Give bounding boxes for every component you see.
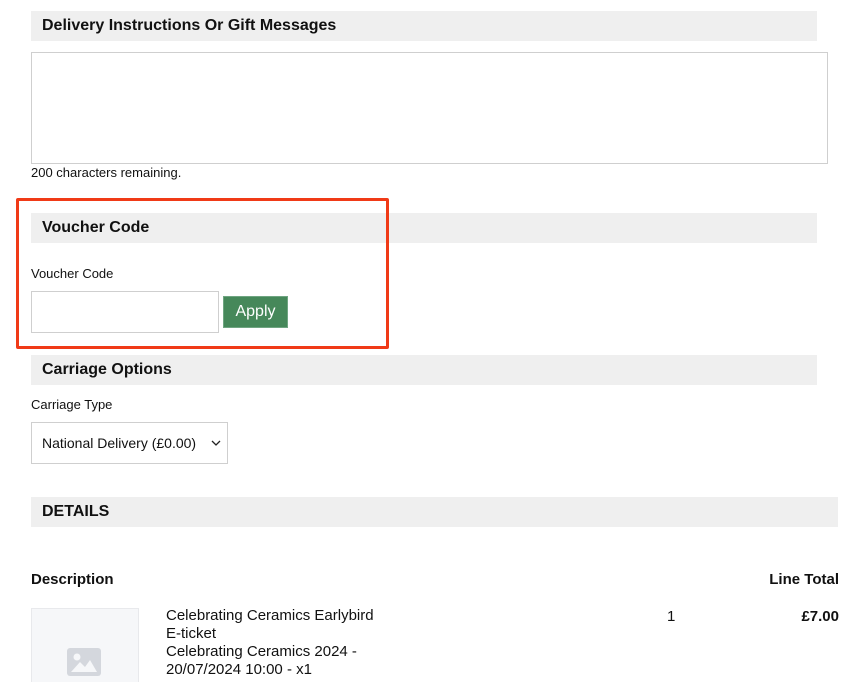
checkout-page: Delivery Instructions Or Gift Messages 2… — [0, 0, 857, 682]
line-total-column-header: Line Total — [769, 571, 839, 588]
image-placeholder-icon — [67, 648, 101, 676]
product-description-line: Celebrating Ceramics 2024 - — [166, 643, 357, 660]
product-description-line: 20/07/2024 10:00 - x1 — [166, 661, 312, 678]
product-description-line: E-ticket — [166, 625, 217, 642]
chevron-down-icon — [211, 440, 221, 446]
carriage-options-header: Carriage Options — [31, 355, 817, 385]
product-line-total: £7.00 — [801, 608, 839, 625]
product-description-line: Celebrating Ceramics Earlybird — [166, 607, 374, 624]
details-header: DETAILS — [31, 497, 838, 527]
apply-voucher-button[interactable]: Apply — [223, 296, 288, 328]
voucher-code-label: Voucher Code — [31, 266, 114, 281]
description-column-header: Description — [31, 571, 114, 588]
product-description: Celebrating Ceramics Earlybird E-ticket … — [166, 607, 374, 679]
product-thumbnail — [31, 608, 139, 682]
delivery-instructions-header: Delivery Instructions Or Gift Messages — [31, 11, 817, 41]
voucher-code-input[interactable] — [31, 291, 219, 333]
voucher-code-header: Voucher Code — [31, 213, 817, 243]
delivery-instructions-textarea[interactable] — [31, 52, 828, 164]
characters-remaining-text: 200 characters remaining. — [31, 165, 182, 180]
product-quantity: 1 — [667, 608, 676, 625]
carriage-type-label: Carriage Type — [31, 397, 113, 412]
carriage-type-selected-value: National Delivery (£0.00) — [42, 435, 197, 451]
carriage-type-select[interactable]: National Delivery (£0.00) — [31, 422, 228, 464]
